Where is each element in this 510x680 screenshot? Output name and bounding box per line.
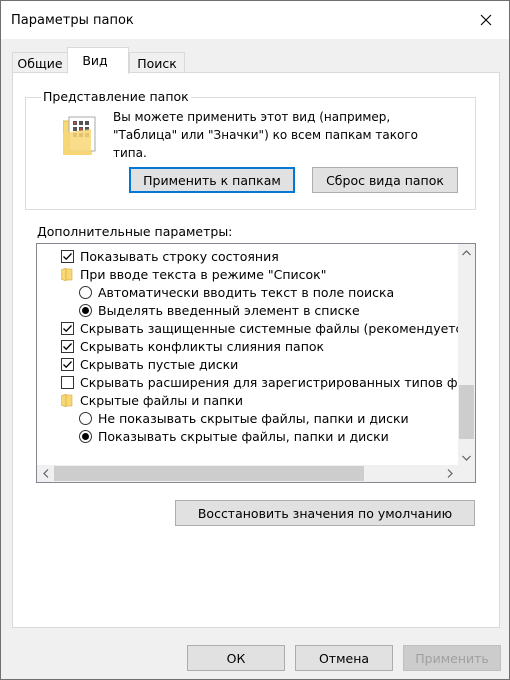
advanced-settings-list[interactable]: Показывать строку состояния При вводе те… [36, 243, 476, 483]
item-label: Показывать скрытые файлы, папки и диски [98, 428, 389, 444]
item-label: Выделять введенный элемент в списке [98, 302, 360, 318]
checkbox-checked-icon[interactable] [61, 321, 74, 335]
horizontal-scroll-thumb[interactable] [54, 466, 364, 481]
chevron-up-icon [462, 249, 471, 255]
list-item[interactable]: Скрывать конфликты слияния папок [61, 337, 324, 355]
list-item: Скрытые файлы и папки [61, 391, 243, 409]
checkbox-checked-icon[interactable] [61, 357, 74, 371]
window-title: Параметры папок [11, 13, 134, 28]
close-button[interactable] [463, 1, 509, 39]
list-item[interactable]: Выделять введенный элемент в списке [79, 301, 360, 319]
item-label: Скрытые файлы и папки [80, 392, 243, 408]
scroll-right-button[interactable] [441, 465, 458, 482]
scroll-left-button[interactable] [37, 465, 54, 482]
item-label: Автоматически вводить текст в поле поиск… [98, 284, 395, 300]
horizontal-scrollbar[interactable] [37, 465, 458, 482]
item-label: Скрывать защищенные системные файлы (рек… [80, 320, 463, 336]
list-item: При вводе текста в режиме "Список" [61, 265, 326, 283]
reset-folders-button[interactable]: Сброс вида папок [312, 167, 458, 193]
item-label: Скрывать конфликты слияния папок [80, 338, 325, 354]
scrollbar-corner [458, 465, 475, 482]
ok-button[interactable]: ОК [187, 645, 285, 671]
apply-button[interactable]: Применить [403, 645, 501, 671]
checkbox-checked-icon[interactable] [61, 339, 74, 353]
advanced-settings-label: Дополнительные параметры: [37, 224, 233, 239]
scroll-down-button[interactable] [458, 449, 475, 466]
folder-icon [61, 267, 73, 281]
list-item[interactable]: Скрывать защищенные системные файлы (рек… [61, 319, 462, 337]
restore-defaults-button[interactable]: Восстановить значения по умолчанию [175, 500, 475, 526]
tab-view-label: Вид [82, 52, 108, 68]
list-item[interactable]: Автоматически вводить текст в поле поиск… [79, 283, 394, 301]
tab-general[interactable]: Общие [12, 52, 68, 73]
tab-search-label: Поиск [137, 55, 177, 71]
list-item[interactable]: Скрывать расширения для зарегистрированн… [61, 373, 465, 391]
radio-unselected-icon[interactable] [79, 285, 92, 299]
item-label: При вводе текста в режиме "Список" [80, 266, 327, 282]
list-item[interactable]: Скрывать пустые диски [61, 355, 238, 373]
radio-selected-icon[interactable] [79, 429, 92, 443]
checkbox-unchecked-icon[interactable] [61, 375, 74, 389]
list-item[interactable]: Не показывать скрытые файлы, папки и дис… [79, 409, 409, 427]
folder-options-window: Параметры папок Общие Вид Поиск Представ… [0, 0, 510, 680]
radio-selected-icon[interactable] [79, 303, 92, 317]
tab-search[interactable]: Поиск [129, 52, 185, 73]
item-label: Скрывать расширения для зарегистрированн… [80, 374, 466, 390]
tab-general-label: Общие [17, 55, 63, 71]
scroll-up-button[interactable] [458, 244, 475, 261]
list-item[interactable]: Показывать скрытые файлы, папки и диски [79, 427, 389, 445]
folder-icon [61, 393, 73, 407]
apply-to-folders-button[interactable]: Применить к папкам [129, 167, 295, 193]
radio-unselected-icon[interactable] [79, 411, 92, 425]
folder-views-legend: Представление папок [41, 89, 191, 104]
vertical-scroll-thumb[interactable] [459, 385, 474, 439]
item-label: Не показывать скрытые файлы, папки и дис… [98, 410, 409, 426]
list-item[interactable]: Показывать строку состояния [61, 247, 279, 265]
chevron-down-icon [462, 455, 471, 461]
checkbox-checked-icon[interactable] [61, 249, 74, 263]
tab-view[interactable]: Вид [67, 47, 129, 74]
item-label: Скрывать пустые диски [80, 356, 239, 372]
chevron-left-icon [42, 469, 48, 478]
title-bar: Параметры папок [1, 1, 509, 39]
close-icon [480, 14, 492, 26]
vertical-scrollbar[interactable] [458, 244, 475, 466]
folder-views-description: Вы можете применить этот вид (например, … [113, 110, 418, 160]
chevron-right-icon [447, 469, 453, 478]
cancel-button[interactable]: Отмена [295, 645, 393, 671]
folder-view-icon [63, 116, 96, 155]
item-label: Показывать строку состояния [80, 248, 279, 264]
